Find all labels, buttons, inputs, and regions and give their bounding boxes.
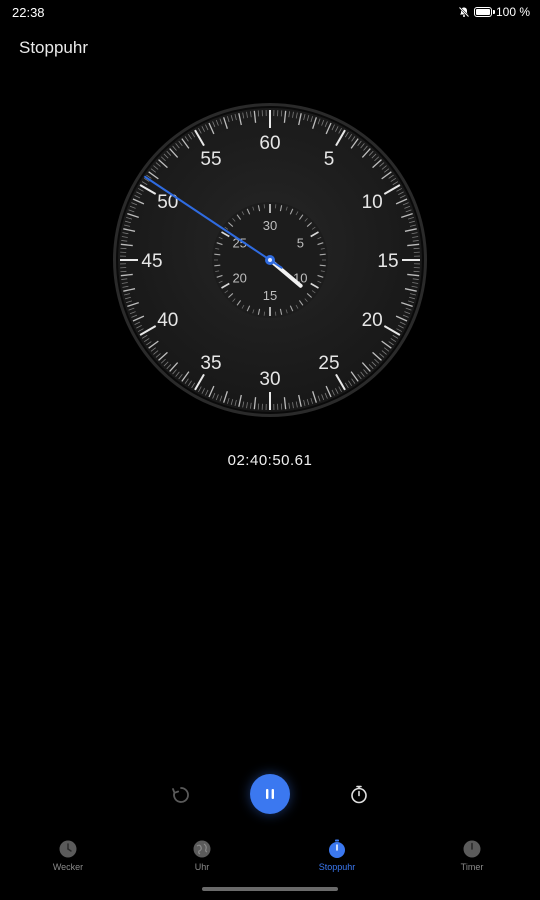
battery-text: 100 % [495,5,530,19]
outer-label: 35 [200,353,221,374]
outer-label: 45 [141,251,162,272]
nav-label-wecker: Wecker [52,862,84,872]
inner-tick [214,264,221,267]
elapsed-time-readout: 02:40:50.61 [227,452,313,469]
outer-label: 25 [318,353,339,374]
inner-tick [319,264,326,267]
outer-label: 55 [200,149,221,170]
inner-label: 20 [232,271,246,286]
inner-tick [319,253,326,256]
outer-label: 40 [157,310,178,331]
pause-button[interactable] [250,774,290,814]
status-bar: 22:38 100 % [0,0,540,26]
nav-item-timer[interactable]: Timer [427,836,517,872]
outer-label: 30 [259,369,280,390]
inner-label: 5 [297,236,304,251]
page-title: Stoppuhr [19,38,88,57]
inner-label: 15 [263,288,277,303]
status-icons: 100 % [458,5,530,19]
battery-charging-icon [473,7,495,17]
timer-icon [463,840,481,858]
status-time: 22:38 [12,5,45,20]
lap-button[interactable] [348,783,370,805]
outer-label: 20 [362,310,383,331]
hand-pivot-center [268,258,272,262]
nav-label-timer: Timer [460,862,484,872]
bell-muted-icon [458,6,470,18]
reset-icon [172,787,189,803]
outer-label: 15 [377,251,398,272]
battery-level [475,9,490,15]
outer-label: 5 [324,149,335,170]
nav-item-stoppuhr[interactable]: Stoppuhr [292,836,382,872]
outer-label: 10 [362,192,383,213]
nav-item-wecker[interactable]: Wecker [23,836,113,872]
nav-item-uhr[interactable]: Uhr [157,836,247,872]
pause-icon [266,789,274,799]
outer-label: 60 [259,133,280,154]
nav-label-uhr: Uhr [194,862,210,872]
globe-icon [193,840,211,858]
nav-label-stoppuhr: Stoppuhr [318,862,356,872]
dial-svg: 60510152025303540455055 30510152025 [113,103,427,417]
alarm-icon [59,840,77,858]
reset-button[interactable] [170,784,192,806]
home-indicator[interactable] [202,887,338,891]
stopwatch-icon [329,839,345,858]
inner-label: 30 [263,218,277,233]
stopwatch-icon [351,785,367,804]
bottom-navigation: Wecker Uhr Stoppuhr Timer [0,836,540,882]
stopwatch-dial: 60 5 10 15 20 25 30 35 40 45 50 55 30 5 10 15 20 25 [112,102,428,418]
inner-tick [214,253,221,256]
outer-label: 50 [157,192,178,213]
controls [0,774,540,814]
